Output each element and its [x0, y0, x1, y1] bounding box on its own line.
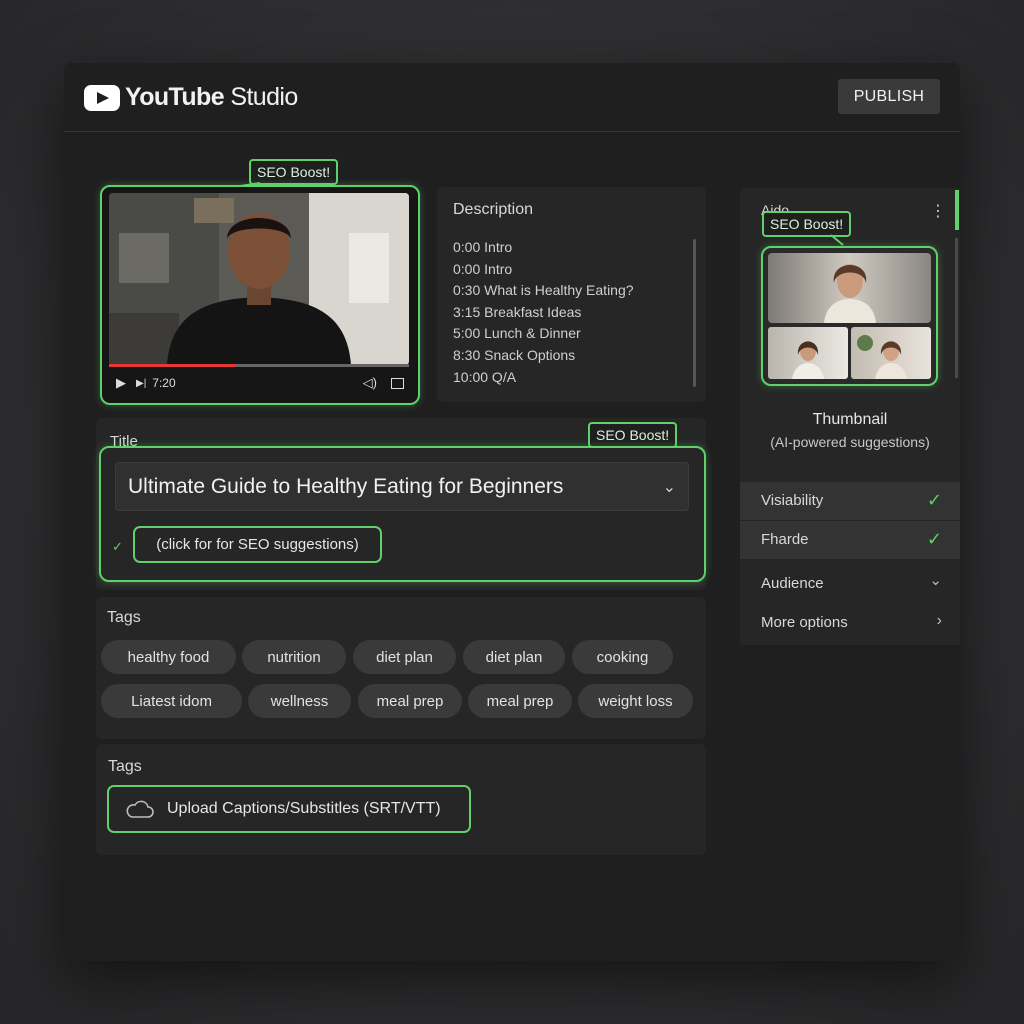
chevron-down-icon: ⌄ [929, 572, 942, 589]
seo-badge-title: SEO Boost! [588, 422, 678, 448]
tag-chip[interactable]: Liatest idom [101, 684, 242, 718]
check-icon: ✓ [926, 529, 942, 549]
description-scrollbar[interactable] [693, 239, 696, 387]
option-fharde[interactable]: Fharde ✓ [740, 521, 960, 559]
check-icon: ✓ [926, 490, 942, 510]
description-panel[interactable]: Description 0:00 Intro 0:00 Intro 0:30 W… [437, 187, 706, 402]
tag-chip[interactable]: wellness [248, 684, 351, 718]
chapter-line: 0:30 What is Healthy Eating? [453, 282, 634, 299]
chapter-line: 0:00 Intro [453, 239, 513, 255]
tag-chip[interactable]: meal prep [358, 684, 462, 718]
play-icon[interactable]: ▶ [116, 375, 126, 391]
tags-label: Tags [107, 609, 141, 626]
title-input[interactable]: Ultimate Guide to Healthy Eating for Beg… [115, 462, 689, 511]
option-label: Visiability [761, 492, 824, 509]
option-label: More options [761, 614, 848, 631]
cloud-icon [126, 800, 154, 818]
player-controls: ▶ ▶| 7:20 ◁) [116, 374, 404, 392]
thumbnail-picker[interactable] [761, 246, 938, 386]
option-visibility[interactable]: Visiability ✓ [740, 482, 960, 520]
chapter-line: 8:30 Snack Options [453, 346, 576, 363]
thumbnail-sublabel: (AI-powered suggestions) [770, 434, 930, 450]
thumbnail-option[interactable] [768, 253, 931, 323]
video-progress-bar[interactable] [109, 364, 409, 367]
fullscreen-icon[interactable] [391, 377, 404, 389]
thumbnail-label: Thumbnail [812, 411, 888, 428]
chapter-line: 0:00 Intro [453, 260, 513, 277]
tag-chip[interactable]: nutrition [242, 640, 346, 674]
top-bar: YouTube Studio PUBLISH [64, 63, 960, 132]
title-value: Ultimate Guide to Healthy Eating for Beg… [128, 474, 564, 498]
video-frame [109, 193, 409, 365]
thumbnail-option[interactable] [768, 327, 848, 379]
volume-icon[interactable]: ◁) [363, 375, 377, 391]
upload-captions-label: Upload Captions/Substitles (SRT/VTT) [167, 800, 441, 817]
chapter-list: 0:00 Intro 0:00 Intro 0:30 What is Healt… [453, 237, 634, 388]
video-time: 7:20 [152, 376, 176, 390]
tag-chip[interactable]: meal prep [468, 684, 572, 718]
studio-window: YouTube Studio PUBLISH SEO Boost! ▶ ▶| 7… [64, 63, 960, 961]
panel-scrollbar[interactable] [955, 238, 958, 378]
more-vert-icon[interactable]: ⋮ [930, 201, 946, 221]
publish-button[interactable]: PUBLISH [838, 79, 940, 114]
chapter-line: 10:00 Q/A [453, 368, 517, 385]
next-icon[interactable]: ▶| [136, 378, 146, 389]
tag-chip[interactable]: diet plan [463, 640, 565, 674]
chapter-line: 5:00 Lunch & Dinner [453, 325, 581, 342]
youtube-play-icon [84, 84, 120, 111]
tag-chip[interactable]: weight loss [578, 684, 693, 718]
seo-badge-video: SEO Boost! [249, 159, 339, 185]
upload-captions-button[interactable]: Upload Captions/Substitles (SRT/VTT) [107, 785, 471, 833]
panel-accent-bar [955, 190, 959, 230]
tag-chip[interactable]: diet plan [353, 640, 456, 674]
option-more[interactable]: More options › [740, 604, 960, 642]
youtube-studio-logo[interactable]: YouTube Studio [84, 83, 298, 112]
option-audience[interactable]: Audience ⌄ [740, 565, 960, 603]
logo-text: YouTube Studio [125, 83, 298, 111]
description-heading: Description [453, 201, 534, 218]
check-icon: ✓ [112, 539, 123, 554]
video-player[interactable]: ▶ ▶| 7:20 ◁) [100, 185, 420, 405]
tag-chip[interactable]: cooking [572, 640, 673, 674]
badge-connector [830, 234, 844, 246]
option-label: Audience [761, 575, 824, 592]
captions-label: Tags [108, 758, 142, 775]
chevron-right-icon: › [936, 612, 942, 629]
option-label: Fharde [761, 531, 809, 548]
tag-chip[interactable]: healthy food [101, 640, 236, 674]
chevron-down-icon[interactable]: ⌄ [663, 477, 676, 497]
chapter-line: 3:15 Breakfast Ideas [453, 303, 582, 320]
seo-suggestions-button[interactable]: (click for for SEO suggestions) [133, 526, 382, 563]
thumbnail-option[interactable] [851, 327, 931, 379]
